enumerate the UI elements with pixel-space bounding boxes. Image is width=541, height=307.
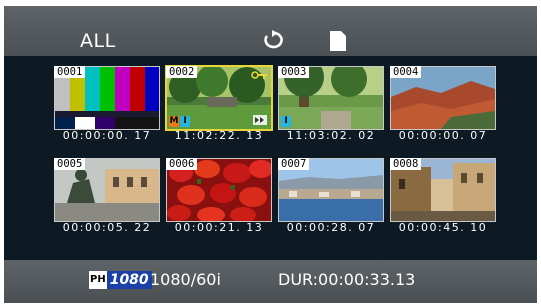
badge-m: M: [169, 116, 179, 127]
clip-number: 0003: [278, 66, 310, 78]
format-text: 1080/60i: [150, 270, 221, 289]
clip-number: 0006: [166, 158, 198, 170]
clip-thumbnail-selected[interactable]: M I 0002 11:02:22. 13: [165, 65, 273, 146]
duration-text: DUR:00:00:33.13: [278, 270, 416, 289]
clip-timecode: 11:02:22. 13: [174, 129, 264, 142]
clip-number: 0001: [54, 66, 86, 78]
fast-forward-icon: [253, 115, 267, 125]
clip-thumbnail[interactable]: 0008 00:00:45. 10: [390, 158, 496, 238]
clip-thumbnail[interactable]: 0006 00:00:21. 13: [166, 158, 272, 238]
resolution-badge: 1080: [106, 271, 152, 289]
clip-timecode: 11:03:02. 02: [286, 129, 376, 142]
clip-number: 0002: [166, 66, 198, 78]
badge-i: I: [180, 116, 190, 127]
clip-timecode: 00:00:28. 07: [286, 221, 376, 234]
clip-timecode: 00:00:05. 22: [62, 221, 152, 234]
repeat-icon[interactable]: [260, 30, 288, 50]
clip-number: 0005: [54, 158, 86, 170]
clip-timecode: 00:00:21. 13: [174, 221, 264, 234]
key-icon: [251, 71, 267, 79]
clip-timecode: 00:00:00. 07: [398, 129, 488, 142]
clip-number: 0007: [278, 158, 310, 170]
top-bar: ALL: [4, 6, 537, 56]
ph-label: PH: [89, 271, 107, 289]
badge-i: I: [281, 116, 291, 127]
page-title: ALL: [80, 30, 116, 52]
sd-card-icon: [330, 31, 346, 51]
clip-thumbnail[interactable]: 0004 00:00:00. 07: [390, 66, 496, 146]
clip-timecode: 00:00:00. 17: [62, 129, 152, 142]
status-bar: PH 1080 1080/60i DUR:00:00:33.13: [4, 260, 537, 303]
clip-number: 0008: [390, 158, 422, 170]
clip-thumbnail[interactable]: 0007 00:00:28. 07: [278, 158, 384, 238]
thumbnail-grid: 0001 00:00:00. 17 M I 0002 11:02:22. 13 …: [4, 56, 537, 260]
clip-number: 0004: [390, 66, 422, 78]
clip-timecode: 00:00:45. 10: [398, 221, 488, 234]
clip-thumbnail[interactable]: 0001 00:00:00. 17: [54, 66, 160, 146]
playback-screen: ALL 0001 00:00:00. 17 M I 0002 11:02:22.…: [4, 6, 537, 303]
clip-thumbnail[interactable]: I 0003 11:03:02. 02: [278, 66, 384, 146]
clip-thumbnail[interactable]: 0005 00:00:05. 22: [54, 158, 160, 238]
recording-mode-badge: PH 1080: [89, 271, 152, 289]
